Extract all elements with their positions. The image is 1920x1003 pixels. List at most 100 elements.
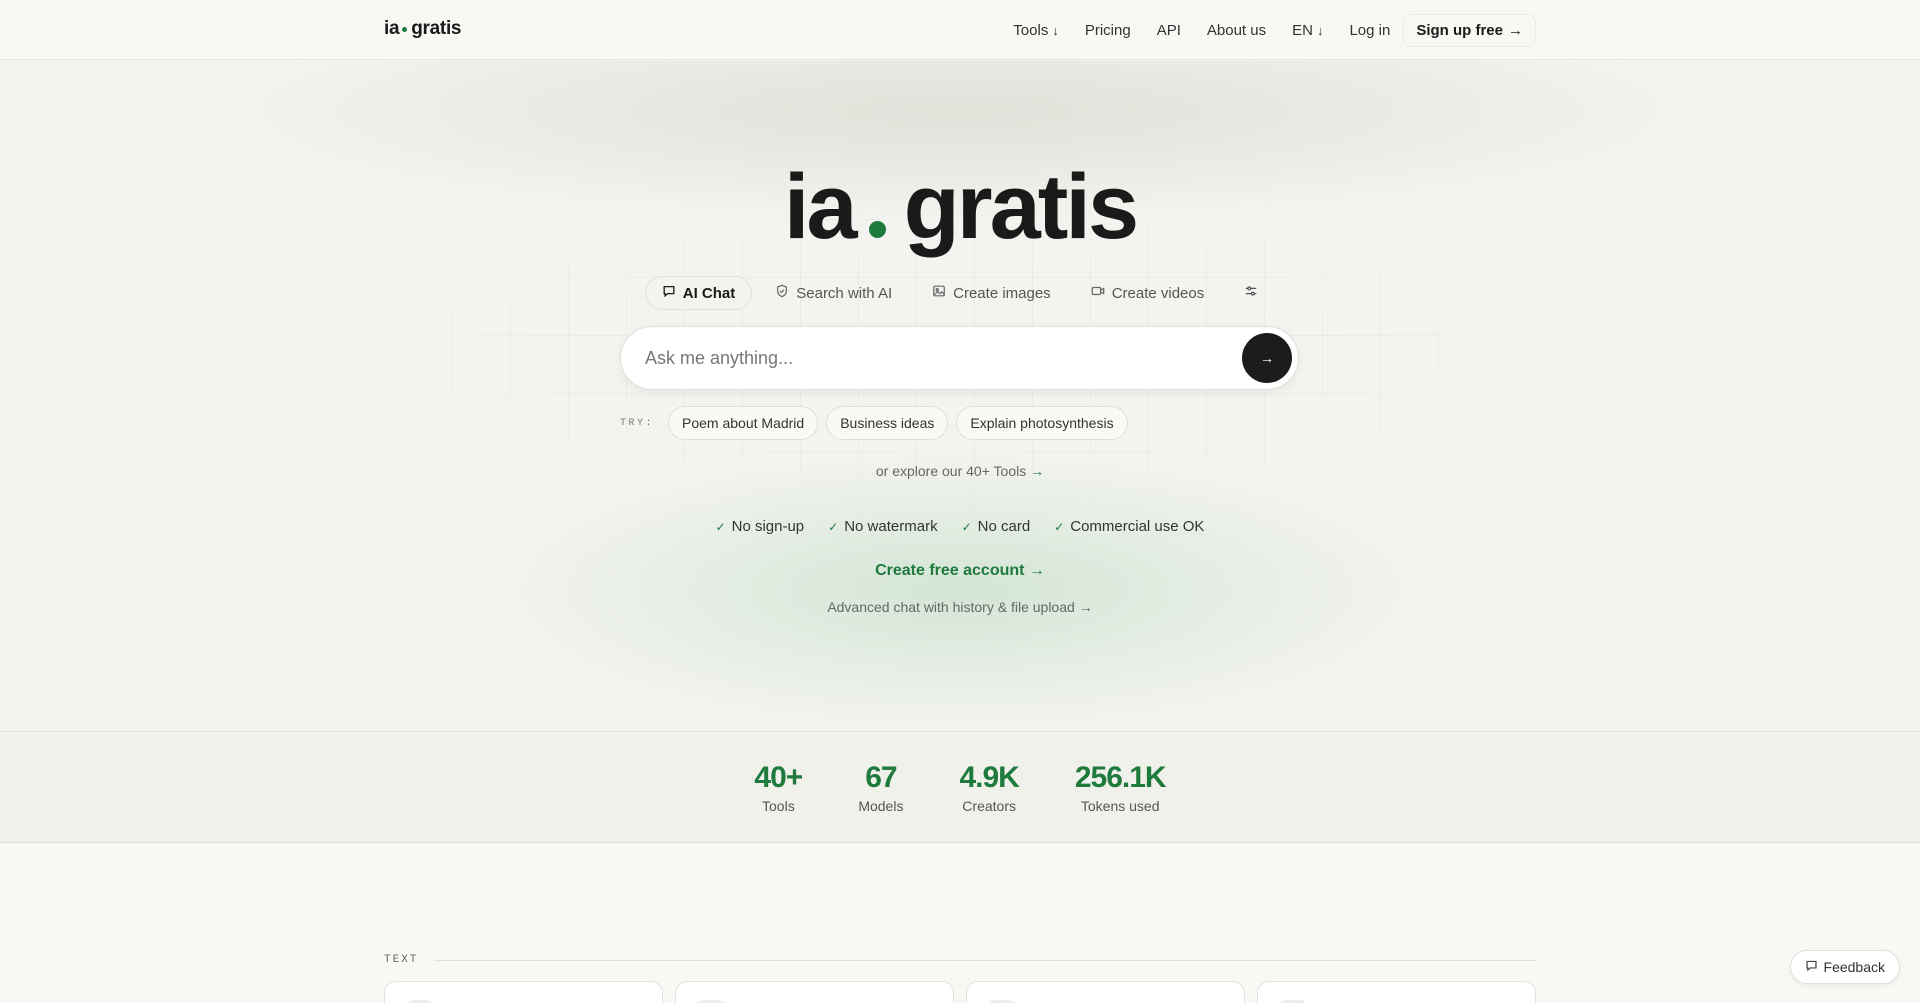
stat-label: Models — [858, 797, 904, 814]
stat-tokens: 256.1K Tokens used — [1074, 760, 1167, 814]
stat-models: 67 Models — [858, 761, 903, 814]
arrow-right-icon: → — [1508, 21, 1523, 39]
green-glow — [460, 441, 1460, 731]
stats-bar: 40+ Tools 67 Models 4.9K Creators 256.1K… — [0, 731, 1920, 843]
suggestion-chip[interactable]: Explain photosynthesis — [956, 406, 1128, 440]
arrow-right-icon: → — [1260, 350, 1274, 366]
section-label-text: TEXT — [384, 954, 419, 966]
feedback-label: Feedback — [1823, 959, 1885, 975]
hero-title-right: gratis — [903, 156, 1140, 258]
tool-card[interactable] — [384, 981, 663, 1003]
tab-search-ai[interactable]: Search with AI — [758, 276, 909, 310]
hero-section: ia gratis AI Chat Search with AI Create i… — [0, 61, 1920, 731]
feature-item: ✓ No sign-up — [716, 518, 805, 535]
logo-dot — [402, 27, 408, 32]
stat-label: Creators — [962, 797, 1016, 814]
feature-item: ✓ Commercial use OK — [1054, 518, 1204, 535]
settings-button[interactable] — [1227, 276, 1275, 310]
nav-api[interactable]: API — [1144, 22, 1194, 39]
arrow-right-icon: → — [1030, 463, 1045, 479]
explore-text: or explore our 40+ Tools — [875, 463, 1027, 479]
logo-right: gratis — [411, 18, 462, 39]
hero-title: ia gratis — [0, 161, 1920, 253]
check-icon: ✓ — [828, 519, 839, 534]
suggestion-chip[interactable]: Poem about Madrid — [668, 406, 819, 440]
tab-create-images[interactable]: Create images — [915, 276, 1068, 310]
feature-list: ✓ No sign-up ✓ No watermark ✓ No card ✓ … — [0, 518, 1920, 535]
hero-title-dot — [868, 221, 886, 238]
arrow-right-icon: → — [1028, 562, 1045, 579]
feature-label: Commercial use OK — [1070, 518, 1205, 535]
nav-login[interactable]: Log in — [1336, 22, 1403, 39]
nav-about-label: About us — [1206, 21, 1267, 39]
feature-item: ✓ No watermark — [828, 518, 937, 535]
nav-about[interactable]: About us — [1194, 22, 1279, 39]
feature-item: ✓ No card — [962, 518, 1031, 535]
nav-api-label: API — [1156, 21, 1181, 39]
tab-create-videos-label: Create videos — [1111, 284, 1205, 302]
sliders-icon — [1244, 284, 1258, 302]
main-nav: Tools ↓ Pricing API About us EN ↓ Log in… — [1000, 0, 1536, 60]
tools-section: TEXT — [0, 844, 1920, 1003]
comment-icon — [1805, 959, 1818, 975]
logo-left: ia — [384, 18, 400, 39]
signup-button[interactable]: Sign up free → — [1403, 13, 1536, 47]
tab-ai-chat-label: AI Chat — [682, 284, 736, 302]
tab-ai-chat[interactable]: AI Chat — [644, 276, 753, 310]
site-logo[interactable]: ia gratis — [384, 18, 462, 40]
try-label: TRY: — [620, 417, 655, 429]
arrow-down-icon: ↓ — [1316, 22, 1324, 38]
stat-value: 67 — [865, 760, 897, 794]
advanced-chat-label: Advanced chat with history & file upload — [827, 599, 1075, 615]
tool-cards — [384, 981, 1536, 1003]
feature-label: No watermark — [844, 518, 938, 535]
video-icon — [1091, 284, 1105, 302]
feature-label: No sign-up — [731, 518, 805, 535]
nav-tools-label: Tools — [1013, 21, 1049, 39]
tool-card[interactable] — [675, 981, 954, 1003]
feature-label: No card — [977, 518, 1031, 535]
chat-search-box: → — [620, 326, 1299, 390]
tab-create-videos[interactable]: Create videos — [1074, 276, 1222, 310]
check-icon: ✓ — [1054, 519, 1065, 534]
suggestion-row: TRY: Poem about Madrid Business ideas Ex… — [620, 406, 1128, 440]
stat-value: 256.1K — [1074, 760, 1167, 794]
mode-tabs: AI Chat Search with AI Create images Cre… — [0, 276, 1920, 310]
tab-search-ai-label: Search with AI — [796, 284, 893, 302]
chat-icon — [662, 284, 676, 302]
shield-icon — [775, 284, 789, 302]
create-account-label: Create free account — [875, 562, 1025, 579]
send-button[interactable]: → — [1242, 333, 1292, 383]
check-icon: ✓ — [715, 519, 726, 534]
explore-tools-link[interactable]: or explore our 40+ Tools → — [0, 463, 1920, 479]
stat-label: Tools — [762, 797, 795, 814]
check-icon: ✓ — [961, 519, 972, 534]
arrow-right-icon: → — [1078, 599, 1093, 615]
arrow-down-icon: ↓ — [1052, 22, 1059, 38]
image-icon — [932, 284, 946, 302]
tool-card[interactable] — [1257, 981, 1536, 1003]
suggestion-chip[interactable]: Business ideas — [826, 406, 949, 440]
nav-login-label: Log in — [1349, 21, 1391, 39]
feedback-button[interactable]: Feedback — [1789, 950, 1900, 984]
tab-create-images-label: Create images — [953, 284, 1051, 302]
signup-label: Sign up free — [1416, 21, 1503, 39]
nav-tools[interactable]: Tools ↓ — [1000, 22, 1072, 39]
language-label: EN — [1292, 21, 1313, 39]
stat-creators: 4.9K Creators — [959, 760, 1019, 814]
create-account-link[interactable]: Create free account → — [0, 562, 1920, 580]
stat-tools: 40+ Tools — [754, 760, 803, 814]
advanced-chat-link[interactable]: Advanced chat with history & file upload… — [0, 599, 1920, 615]
language-selector[interactable]: EN ↓ — [1279, 22, 1336, 39]
section-heading: TEXT — [384, 954, 1536, 966]
nav-pricing-label: Pricing — [1084, 21, 1131, 39]
stat-value: 40+ — [754, 760, 803, 794]
chat-input[interactable] — [645, 327, 1205, 389]
stat-value: 4.9K — [959, 760, 1019, 794]
nav-pricing[interactable]: Pricing — [1072, 22, 1144, 39]
hero-title-left: ia — [783, 156, 858, 258]
tool-card[interactable] — [966, 981, 1245, 1003]
section-divider — [434, 959, 1536, 961]
stat-label: Tokens used — [1080, 797, 1160, 814]
top-navbar: ia gratis Tools ↓ Pricing API About us E… — [0, 0, 1920, 60]
